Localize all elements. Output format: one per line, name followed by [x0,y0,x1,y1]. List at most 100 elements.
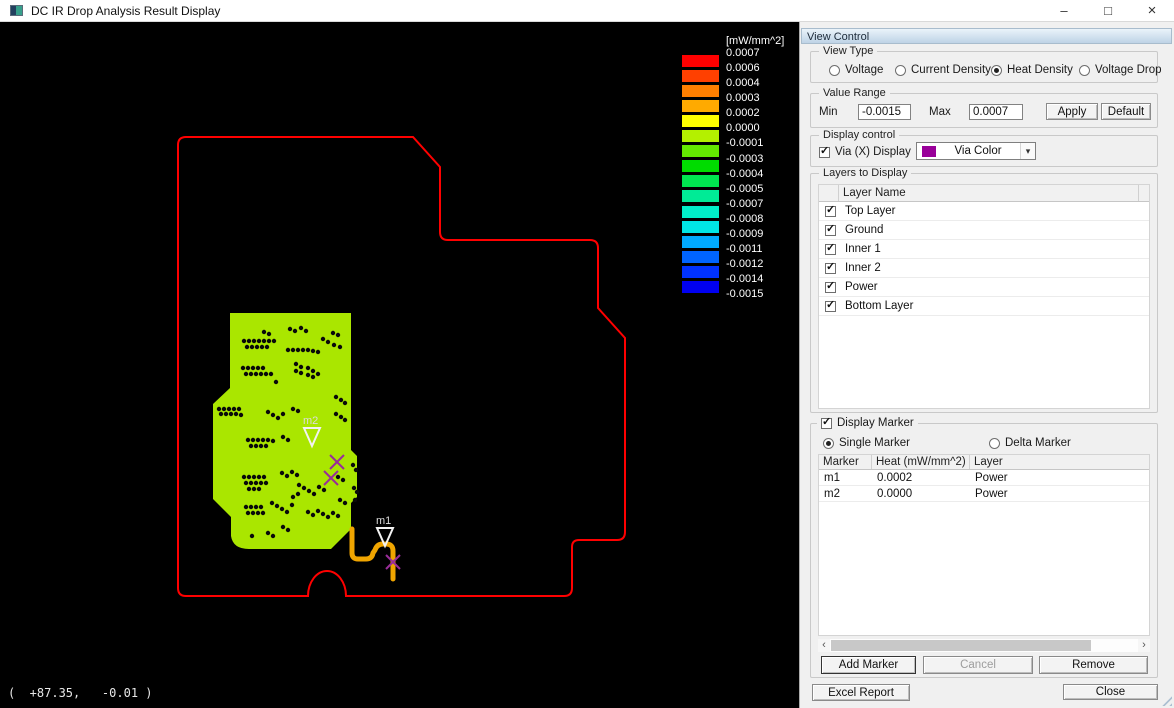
legend-value-label: -0.0014 [726,273,763,285]
single-marker-label: Single Marker [839,437,910,449]
marker-heat-cell: 0.0002 [872,470,970,485]
display-marker-check-icon [821,418,832,429]
minimize-icon[interactable]: – [1042,0,1086,21]
legend-value-label: -0.0001 [726,137,763,149]
legend-value-label: -0.0011 [726,243,763,255]
layer-check-icon[interactable] [825,206,836,217]
legend-value-label: 0.0002 [726,107,760,119]
cancel-button[interactable]: Cancel [923,656,1033,674]
layer-name: Inner 2 [845,262,881,274]
legend-value-label: -0.0005 [726,183,763,195]
legend-swatch [682,221,719,233]
via-color-swatch [922,146,936,157]
display-marker-checkbox[interactable]: Display Marker [817,417,918,429]
apply-button[interactable]: Apply [1046,103,1098,120]
close-dialog-button[interactable]: Close [1063,684,1158,700]
marker-label-m2: m2 [303,415,318,427]
view-type-title: View Type [819,45,877,57]
default-button[interactable]: Default [1101,103,1151,120]
legend-swatch [682,175,719,187]
legend-value-label: -0.0015 [726,288,763,300]
via-color-label: Via Color [936,145,1020,157]
via-display-label: Via (X) Display [835,146,911,158]
marker-layer-cell: Power [970,470,1149,485]
layer-col-header: Layer [970,455,1149,469]
view-type-group: View Type Voltage Current Density Heat D… [810,51,1158,83]
marker-row-m2[interactable]: m2 0.0000 Power [819,486,1149,502]
via-display-checkbox[interactable]: Via (X) Display [819,146,911,158]
copper-pour-region [213,313,357,549]
marker-label-m1: m1 [376,515,391,527]
window-controls: – □ × [1042,0,1174,21]
remove-button[interactable]: Remove [1039,656,1148,674]
hscroll-track[interactable] [830,639,1138,652]
layers-header-end [1139,185,1149,201]
hscroll-thumb[interactable] [831,640,1091,651]
board-svg: m1 m2 [0,22,799,708]
marker-table: Marker Heat (mW/mm^2) Layer m1 0.0002 Po… [818,454,1150,636]
radio-single-marker[interactable]: Single Marker [823,437,910,449]
marker-col-header: Marker [819,455,872,469]
layer-row-bottom[interactable]: Bottom Layer [819,297,1149,316]
display-marker-title: Display Marker [837,417,914,429]
radio-voltage-drop-icon [1079,65,1090,76]
radio-voltage[interactable]: Voltage [829,64,883,76]
legend-value-label: -0.0003 [726,153,763,165]
marker-row-m1[interactable]: m1 0.0002 Power [819,470,1149,486]
max-input[interactable] [969,104,1023,120]
legend-swatch [682,281,719,293]
scroll-left-icon[interactable]: ‹ [818,639,830,652]
delta-marker-label: Delta Marker [1005,437,1071,449]
layer-check-icon[interactable] [825,282,836,293]
maximize-icon[interactable]: □ [1086,0,1130,21]
view-control-panel: View Control View Type Voltage Current D… [799,22,1174,708]
radio-delta-marker-icon [989,438,1000,449]
layers-list: Layer Name Top Layer Ground Inner 1 Inne… [818,184,1150,409]
layers-list-header: Layer Name [819,185,1149,202]
via-color-dropdown[interactable]: Via Color ▾ [916,142,1036,160]
value-range-title: Value Range [819,87,890,99]
legend-swatch [682,85,719,97]
display-marker-group: Display Marker Single Marker Delta Marke… [810,423,1158,678]
min-input[interactable] [858,104,911,120]
radio-delta-marker[interactable]: Delta Marker [989,437,1071,449]
legend-swatch [682,130,719,142]
layer-row-ground[interactable]: Ground [819,221,1149,240]
radio-heat-density-label: Heat Density [1007,64,1073,76]
radio-voltage-drop[interactable]: Voltage Drop [1079,64,1162,76]
legend-swatch [682,266,719,278]
legend-swatch [682,70,719,82]
legend-swatch [682,160,719,172]
layers-group: Layers to Display Layer Name Top Layer G… [810,173,1158,413]
marker-layer-cell: Power [970,486,1149,501]
resize-grip[interactable] [1159,693,1172,706]
layer-row-inner1[interactable]: Inner 1 [819,240,1149,259]
layer-row-power[interactable]: Power [819,278,1149,297]
legend-swatch [682,251,719,263]
radio-heat-density-icon [991,65,1002,76]
board-canvas[interactable]: m1m2 [mW/mm^2] 0.00070.00060.00040.00030… [0,22,799,708]
legend-value-label: 0.0004 [726,77,760,89]
marker-table-hscrollbar[interactable]: ‹ › [818,639,1150,652]
marker-id-cell: m2 [819,486,872,501]
radio-current-density[interactable]: Current Density [895,64,991,76]
legend-swatch [682,145,719,157]
layer-check-icon[interactable] [825,301,836,312]
close-icon[interactable]: × [1130,0,1174,21]
legend-swatch [682,100,719,112]
radio-heat-density[interactable]: Heat Density [991,64,1073,76]
title-bar: DC IR Drop Analysis Result Display – □ × [0,0,1174,22]
excel-report-button[interactable]: Excel Report [812,684,910,701]
value-range-group: Value Range Min Max Apply Default [810,93,1158,128]
panel-caption: View Control [801,28,1172,44]
add-marker-button[interactable]: Add Marker [821,656,916,674]
layers-title: Layers to Display [819,167,911,179]
layer-check-icon[interactable] [825,225,836,236]
layer-check-icon[interactable] [825,263,836,274]
legend-value-label: 0.0007 [726,47,760,59]
radio-voltage-label: Voltage [845,64,883,76]
layer-row-inner2[interactable]: Inner 2 [819,259,1149,278]
layer-row-top[interactable]: Top Layer [819,202,1149,221]
layer-check-icon[interactable] [825,244,836,255]
scroll-right-icon[interactable]: › [1138,639,1150,652]
